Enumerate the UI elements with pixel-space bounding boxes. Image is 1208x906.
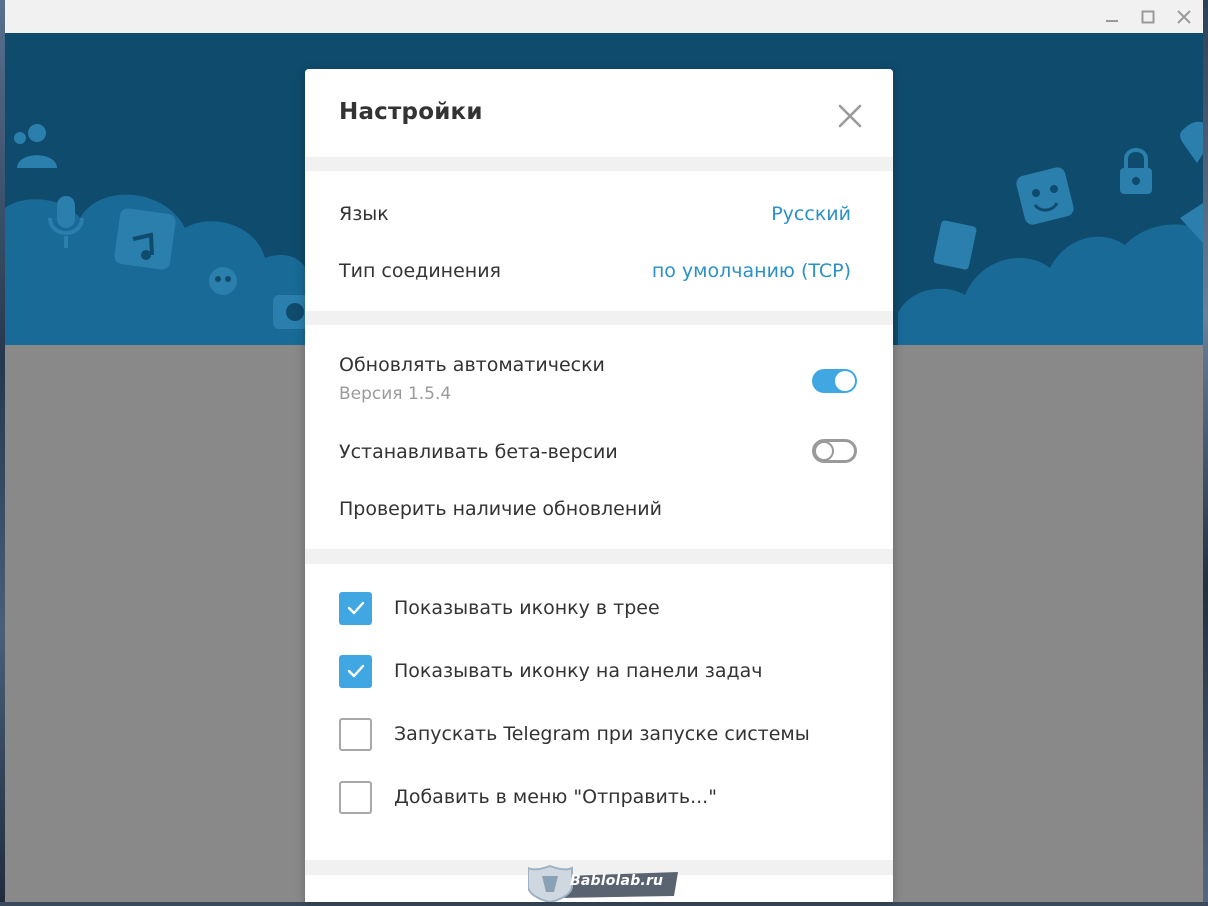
checkbox-unchecked[interactable] bbox=[339, 717, 372, 751]
title-bar bbox=[5, 0, 1203, 33]
connection-type-label: Тип соединения bbox=[339, 260, 501, 282]
language-label: Язык bbox=[339, 203, 389, 225]
checkmark-icon bbox=[347, 601, 364, 615]
beta-versions-label: Устанавливать бета-версии bbox=[339, 441, 618, 463]
window-close-icon bbox=[1177, 10, 1191, 24]
minimize-button[interactable] bbox=[1100, 6, 1124, 28]
option-autostart[interactable]: Запускать Telegram при запуске системы bbox=[339, 717, 810, 751]
checkbox-unchecked[interactable] bbox=[339, 780, 372, 814]
maximize-button[interactable] bbox=[1136, 6, 1160, 28]
dialog-header: Настройки bbox=[305, 69, 893, 157]
option-label: Запускать Telegram при запуске системы bbox=[394, 723, 810, 745]
beta-versions-toggle[interactable] bbox=[812, 439, 857, 463]
connection-type-link[interactable]: по умолчанию (TCP) bbox=[652, 260, 851, 282]
checkmark-icon bbox=[347, 664, 364, 678]
dialog-close-button[interactable] bbox=[835, 101, 865, 131]
checkbox-checked[interactable] bbox=[339, 654, 372, 688]
auto-update-toggle[interactable] bbox=[812, 369, 857, 393]
checkbox-checked[interactable] bbox=[339, 591, 372, 625]
general-section: Язык Русский Тип соединения по умолчанию… bbox=[305, 171, 893, 311]
toggle-knob bbox=[816, 443, 832, 459]
dialog-title: Настройки bbox=[339, 99, 483, 125]
auto-update-label: Обновлять автоматически bbox=[339, 354, 605, 376]
watermark-logo: Bablolab.ru bbox=[527, 864, 680, 904]
options-section: Показывать иконку в трее Показывать икон… bbox=[305, 564, 893, 860]
option-taskbar-icon[interactable]: Показывать иконку на панели задач bbox=[339, 654, 762, 688]
check-updates-link[interactable]: Проверить наличие обновлений bbox=[339, 498, 662, 520]
language-value-link[interactable]: Русский bbox=[771, 203, 851, 225]
option-label: Добавить в меню "Отправить..." bbox=[394, 786, 717, 808]
close-icon bbox=[838, 104, 862, 128]
maximize-icon bbox=[1141, 10, 1155, 24]
settings-dialog: Настройки Язык Русский Тип соединения по… bbox=[305, 69, 893, 902]
window-close-button[interactable] bbox=[1172, 6, 1196, 28]
option-label: Показывать иконку в трее bbox=[394, 597, 660, 619]
minimize-icon bbox=[1106, 20, 1118, 22]
toggle-knob bbox=[835, 371, 855, 391]
version-label: Версия 1.5.4 bbox=[339, 384, 452, 404]
desktop-edge-right bbox=[1203, 0, 1208, 902]
option-label: Показывать иконку на панели задач bbox=[394, 660, 763, 682]
option-send-to-menu[interactable]: Добавить в меню "Отправить..." bbox=[339, 780, 717, 814]
watermark-text: Bablolab.ru bbox=[570, 873, 664, 889]
option-tray-icon[interactable]: Показывать иконку в трее bbox=[339, 591, 660, 625]
updates-section: Обновлять автоматически Версия 1.5.4 Уст… bbox=[305, 325, 893, 549]
